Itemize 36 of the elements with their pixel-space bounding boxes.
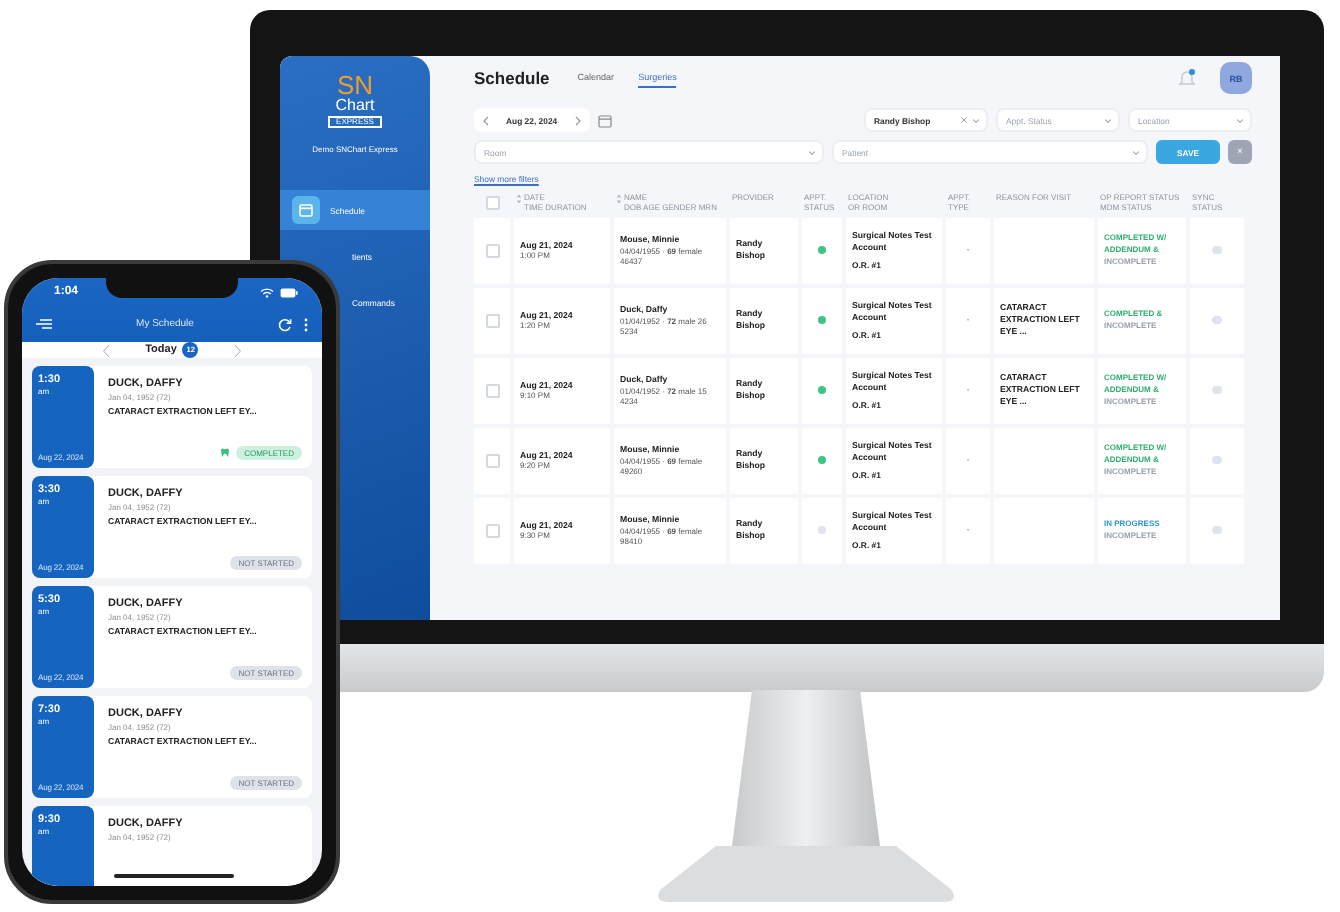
sync-status-dot [1212,455,1222,465]
checkbox[interactable] [485,453,499,468]
sort-icon[interactable] [616,194,622,204]
phone-notch [106,278,238,298]
chevron-right-icon[interactable] [573,115,582,125]
logo-text: SN [336,72,374,98]
home-indicator [114,874,234,878]
wifi-icon [260,287,274,297]
sync-status-dot [1212,385,1222,395]
sync-status-dot [1212,315,1222,325]
checkbox[interactable] [485,243,499,258]
chevron-left-icon[interactable] [482,115,490,125]
clear-icon[interactable] [960,116,968,124]
sort-icon[interactable] [516,194,522,204]
menu-icon[interactable] [36,318,52,330]
caret-icon [1236,117,1244,123]
calendar-icon[interactable] [597,113,612,127]
chevron-right-icon[interactable] [234,343,243,357]
checkbox[interactable] [485,383,499,398]
battery-icon [280,287,298,297]
tooth-icon [220,448,231,458]
checkbox[interactable] [485,523,499,538]
caret-icon [1132,149,1140,155]
sync-status-dot [1212,245,1222,255]
caret-icon [1104,117,1112,123]
page-title: Schedule [474,68,550,88]
bell-icon[interactable] [1178,68,1196,88]
caret-icon [972,117,980,123]
calendar-icon [292,196,320,224]
sync-status-dot [1212,525,1222,535]
checkbox[interactable] [485,196,499,211]
refresh-icon[interactable] [278,317,292,331]
chevron-left-icon[interactable] [101,343,110,357]
checkbox[interactable] [485,313,499,328]
caret-icon [808,149,816,155]
logo-text: Chart [335,98,375,114]
